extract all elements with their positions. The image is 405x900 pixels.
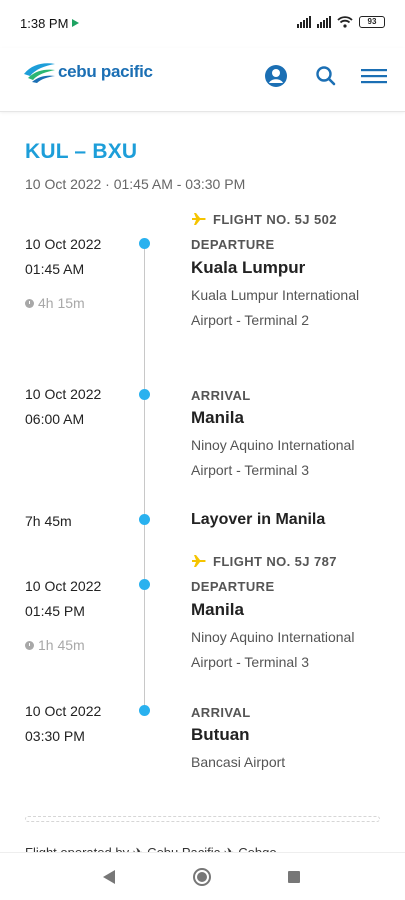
trip-datetime: 10 Oct 2022 · 01:45 AM - 03:30 PM [25,176,246,192]
battery-icon: 93 [359,16,385,28]
arrival-datetime-2: 10 Oct 2022 03:30 PM [25,699,101,749]
timeline-line [144,243,145,711]
search-icon[interactable] [313,63,339,89]
arrival-city: Butuan [191,725,250,744]
arrival-datetime-1: 10 Oct 2022 06:00 AM [25,382,101,432]
departure-airport: Kuala Lumpur International Airport - Ter… [191,287,360,328]
divider [25,816,380,822]
plane-icon [192,213,206,225]
logo-wing-icon [24,63,55,83]
departure-airport: Ninoy Aquino International Airport - Ter… [191,629,355,670]
date: 10 Oct 2022 [25,578,102,594]
arrival-airport: Bancasi Airport [191,754,286,770]
layover-text: Layover in Manila [191,511,326,528]
time: 03:30 PM [25,728,85,744]
flight-duration-2: 1h 45m [25,637,85,653]
time: 01:45 PM [25,603,85,619]
layover-duration: 7h 45m [25,513,72,529]
flight-number-label: FLIGHT NO. 5J 502 [213,211,337,227]
clock-icon [25,640,34,650]
status-time: 1:38 PM [20,16,69,31]
back-icon[interactable] [103,870,115,884]
timeline-dot [139,579,150,590]
home-icon[interactable] [193,868,211,886]
arrival-airport: Ninoy Aquino International Airport - Ter… [191,437,355,478]
timeline-dot [139,514,150,525]
status-bar: 1:38 PM 93 [0,0,405,48]
flight-number-1: FLIGHT NO. 5J 502 [191,211,337,227]
departure-label: DEPARTURE [191,237,275,252]
route-title: KUL – BXU [25,140,138,163]
departure-datetime-2: 10 Oct 2022 01:45 PM [25,574,101,624]
app-header: cebu pacific [0,48,405,112]
flight-duration-1: 4h 15m [25,295,85,311]
flight-number-label: FLIGHT NO. 5J 787 [213,553,337,569]
cebu-pacific-logo[interactable]: cebu pacific [22,60,153,84]
arrival-label: ARRIVAL [191,705,251,720]
arrival-city: Manila [191,408,244,427]
wifi-icon [337,16,353,28]
departure-city: Kuala Lumpur [191,258,306,277]
departure-city: Manila [191,600,244,619]
date: 10 Oct 2022 [25,236,102,252]
signal-icon-2 [317,16,331,28]
flight-number-2: FLIGHT NO. 5J 787 [191,553,337,569]
clock-icon [25,298,34,308]
departure-label: DEPARTURE [191,579,275,594]
plane-icon [192,555,206,567]
date: 10 Oct 2022 [25,386,102,402]
departure-datetime-1: 10 Oct 2022 01:45 AM [25,232,101,282]
status-icons: 93 [297,16,385,28]
signal-icon [297,16,311,28]
time: 01:45 AM [25,261,85,277]
play-store-icon [72,19,79,27]
system-nav-bar [0,852,405,900]
hamburger-menu-icon[interactable] [361,63,387,89]
timeline-dot [139,389,150,400]
duration-text: 1h 45m [38,637,85,653]
timeline-dot [139,238,150,249]
recents-icon[interactable] [288,871,300,883]
logo-text: cebu pacific [58,62,153,81]
timeline-dot [139,705,150,716]
time: 06:00 AM [25,411,85,427]
account-icon[interactable] [263,63,289,89]
date: 10 Oct 2022 [25,703,102,719]
duration-text: 4h 15m [38,295,85,311]
arrival-label: ARRIVAL [191,388,251,403]
